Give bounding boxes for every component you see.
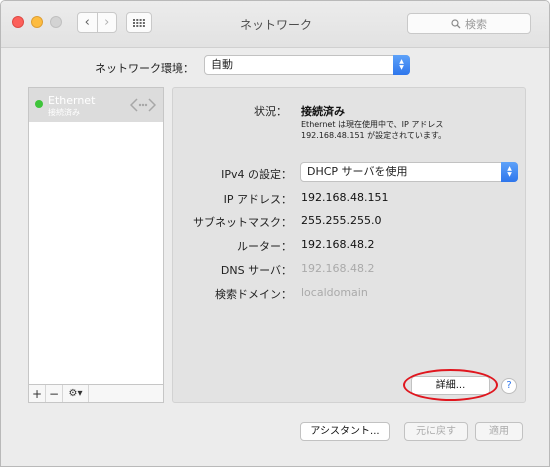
ipv4-config-popup[interactable]: DHCP サーバを使用 ▲ ▼ <box>300 162 518 182</box>
search-domain-value: localdomain <box>301 286 368 299</box>
title-bar: ‹ › ネットワーク 検索 <box>1 1 549 48</box>
assistant-button[interactable]: アシスタント... <box>300 422 390 441</box>
router-label: ルーター： <box>237 240 292 253</box>
ip-address-value: 192.168.48.151 <box>301 191 389 204</box>
apply-button[interactable]: 適用 <box>475 422 523 441</box>
subnet-mask-label: サブネットマスク： <box>193 216 292 229</box>
service-list-toolbar: + − ⚙︎▾ <box>29 384 163 402</box>
service-status: 接続済み <box>48 108 80 117</box>
status-note-line-2: 192.168.48.151 が設定されています。 <box>301 131 447 140</box>
search-icon <box>451 18 461 28</box>
dns-server-label: DNS サーバ： <box>220 264 292 277</box>
location-label: ネットワーク環境： <box>95 62 194 75</box>
subnet-mask-value: 255.255.255.0 <box>301 214 382 227</box>
search-field[interactable]: 検索 <box>407 13 531 34</box>
remove-service-button[interactable]: − <box>46 385 63 402</box>
ethernet-icon <box>130 98 156 112</box>
search-domain-label: 検索ドメイン： <box>215 288 292 301</box>
popup-arrows-icon: ▲ ▼ <box>501 162 518 182</box>
router-value: 192.168.48.2 <box>301 238 375 251</box>
status-value: 接続済み <box>301 105 345 118</box>
location-popup[interactable]: 自動 ▲ ▼ <box>204 55 410 75</box>
status-label: 状況： <box>254 105 287 118</box>
location-value: 自動 <box>211 58 233 71</box>
gear-menu-icon[interactable]: ⚙︎▾ <box>63 385 89 402</box>
help-button[interactable]: ? <box>501 378 517 394</box>
search-placeholder: 検索 <box>465 17 487 31</box>
network-preferences-window: ‹ › ネットワーク 検索 ネットワーク環境： 自動 ▲ ▼ Ethernet … <box>0 0 550 467</box>
service-name: Ethernet <box>48 94 96 107</box>
dns-server-value: 192.168.48.2 <box>301 262 375 275</box>
highlight-circle <box>403 369 498 401</box>
service-list: Ethernet 接続済み + − ⚙︎▾ <box>28 87 164 403</box>
service-item-ethernet[interactable]: Ethernet 接続済み <box>29 88 163 122</box>
revert-button[interactable]: 元に戻す <box>404 422 468 441</box>
ipv4-config-value: DHCP サーバを使用 <box>307 165 408 178</box>
add-service-button[interactable]: + <box>29 385 46 402</box>
connected-status-dot <box>35 100 43 108</box>
popup-arrows-icon: ▲ ▼ <box>393 55 410 75</box>
status-note-line-1: Ethernet は現在使用中で、IP アドレス <box>301 120 444 129</box>
ipv4-config-label: IPv4 の設定： <box>221 168 292 181</box>
ip-address-label: IP アドレス： <box>223 193 292 206</box>
